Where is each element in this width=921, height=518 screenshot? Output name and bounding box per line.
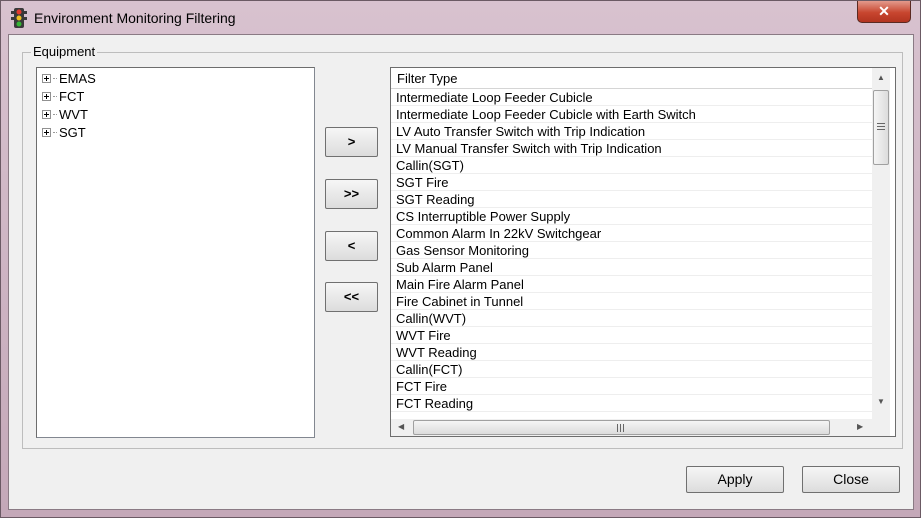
scroll-down-icon[interactable]: ▼ — [877, 397, 885, 406]
list-item[interactable]: Callin(FCT) — [391, 361, 872, 378]
list-item[interactable]: Callin(WVT) — [391, 310, 872, 327]
title-bar[interactable]: Environment Monitoring Filtering ✕ — [1, 1, 920, 35]
remove-all-button[interactable]: << — [325, 282, 378, 312]
list-item[interactable]: WVT Fire — [391, 327, 872, 344]
list-item[interactable]: CS Interruptible Power Supply — [391, 208, 872, 225]
expand-icon[interactable] — [42, 127, 51, 137]
list-item[interactable]: Intermediate Loop Feeder Cubicle — [391, 89, 872, 106]
remove-button[interactable]: < — [325, 231, 378, 261]
add-all-button[interactable]: >> — [325, 179, 378, 209]
scroll-corner — [872, 419, 890, 436]
list-item[interactable]: FCT Reading — [391, 395, 872, 412]
scroll-right-icon[interactable]: ▶ — [857, 422, 863, 431]
list-item[interactable]: LV Auto Transfer Switch with Trip Indica… — [391, 123, 872, 140]
expand-icon[interactable] — [42, 73, 51, 83]
close-button[interactable]: Close — [802, 466, 900, 493]
window-title: Environment Monitoring Filtering — [34, 10, 236, 26]
tree-item-sgt[interactable]: SGT — [42, 123, 86, 141]
scroll-left-icon[interactable]: ◀ — [398, 422, 404, 431]
tree-item-label: FCT — [59, 88, 85, 104]
traffic-light-icon — [11, 8, 27, 28]
list-item[interactable]: FCT Fire — [391, 378, 872, 395]
filter-type-list[interactable]: Filter Type Intermediate Loop Feeder Cub… — [390, 67, 896, 437]
close-window-button[interactable]: ✕ — [857, 1, 911, 23]
horizontal-scroll-thumb[interactable] — [413, 420, 830, 435]
dialog-window: Environment Monitoring Filtering ✕ Equip… — [0, 0, 921, 518]
list-item[interactable]: Fire Cabinet in Tunnel — [391, 293, 872, 310]
tree-item-label: WVT — [59, 106, 88, 122]
tree-item-fct[interactable]: FCT — [42, 87, 84, 105]
tree-item-wvt[interactable]: WVT — [42, 105, 88, 123]
horizontal-scrollbar[interactable]: ◀ ▶ — [391, 419, 872, 436]
tree-item-emas[interactable]: EMAS — [42, 69, 96, 87]
list-item[interactable]: WVT Reading — [391, 344, 872, 361]
list-item[interactable]: Common Alarm In 22kV Switchgear — [391, 225, 872, 242]
list-item[interactable]: SGT Reading — [391, 191, 872, 208]
expand-icon[interactable] — [42, 91, 51, 101]
list-item[interactable]: SGT Fire — [391, 174, 872, 191]
add-button[interactable]: > — [325, 127, 378, 157]
list-item[interactable]: LV Manual Transfer Switch with Trip Indi… — [391, 140, 872, 157]
dialog-client: Equipment EMAS FCT WVT SGT > >> < << Fil… — [8, 34, 914, 510]
list-item[interactable]: Sub Alarm Panel — [391, 259, 872, 276]
column-header-filter-type[interactable]: Filter Type — [391, 68, 872, 89]
equipment-label: Equipment — [31, 44, 98, 60]
list-item[interactable]: Main Fire Alarm Panel — [391, 276, 872, 293]
tree-item-label: EMAS — [59, 70, 96, 86]
list-item[interactable]: Callin(SGT) — [391, 157, 872, 174]
vertical-scrollbar[interactable]: ▲ ▼ — [872, 68, 890, 419]
scroll-up-icon[interactable]: ▲ — [877, 73, 885, 82]
close-icon: ✕ — [878, 3, 890, 19]
apply-button[interactable]: Apply — [686, 466, 784, 493]
list-item[interactable]: Gas Sensor Monitoring — [391, 242, 872, 259]
column-header-label: Filter Type — [397, 71, 458, 86]
tree-item-label: SGT — [59, 124, 86, 140]
expand-icon[interactable] — [42, 109, 51, 119]
equipment-tree[interactable]: EMAS FCT WVT SGT — [36, 67, 315, 438]
vertical-scroll-thumb[interactable] — [873, 90, 889, 165]
list-item[interactable]: Intermediate Loop Feeder Cubicle with Ea… — [391, 106, 872, 123]
filter-rows: Intermediate Loop Feeder Cubicle Interme… — [391, 89, 872, 412]
